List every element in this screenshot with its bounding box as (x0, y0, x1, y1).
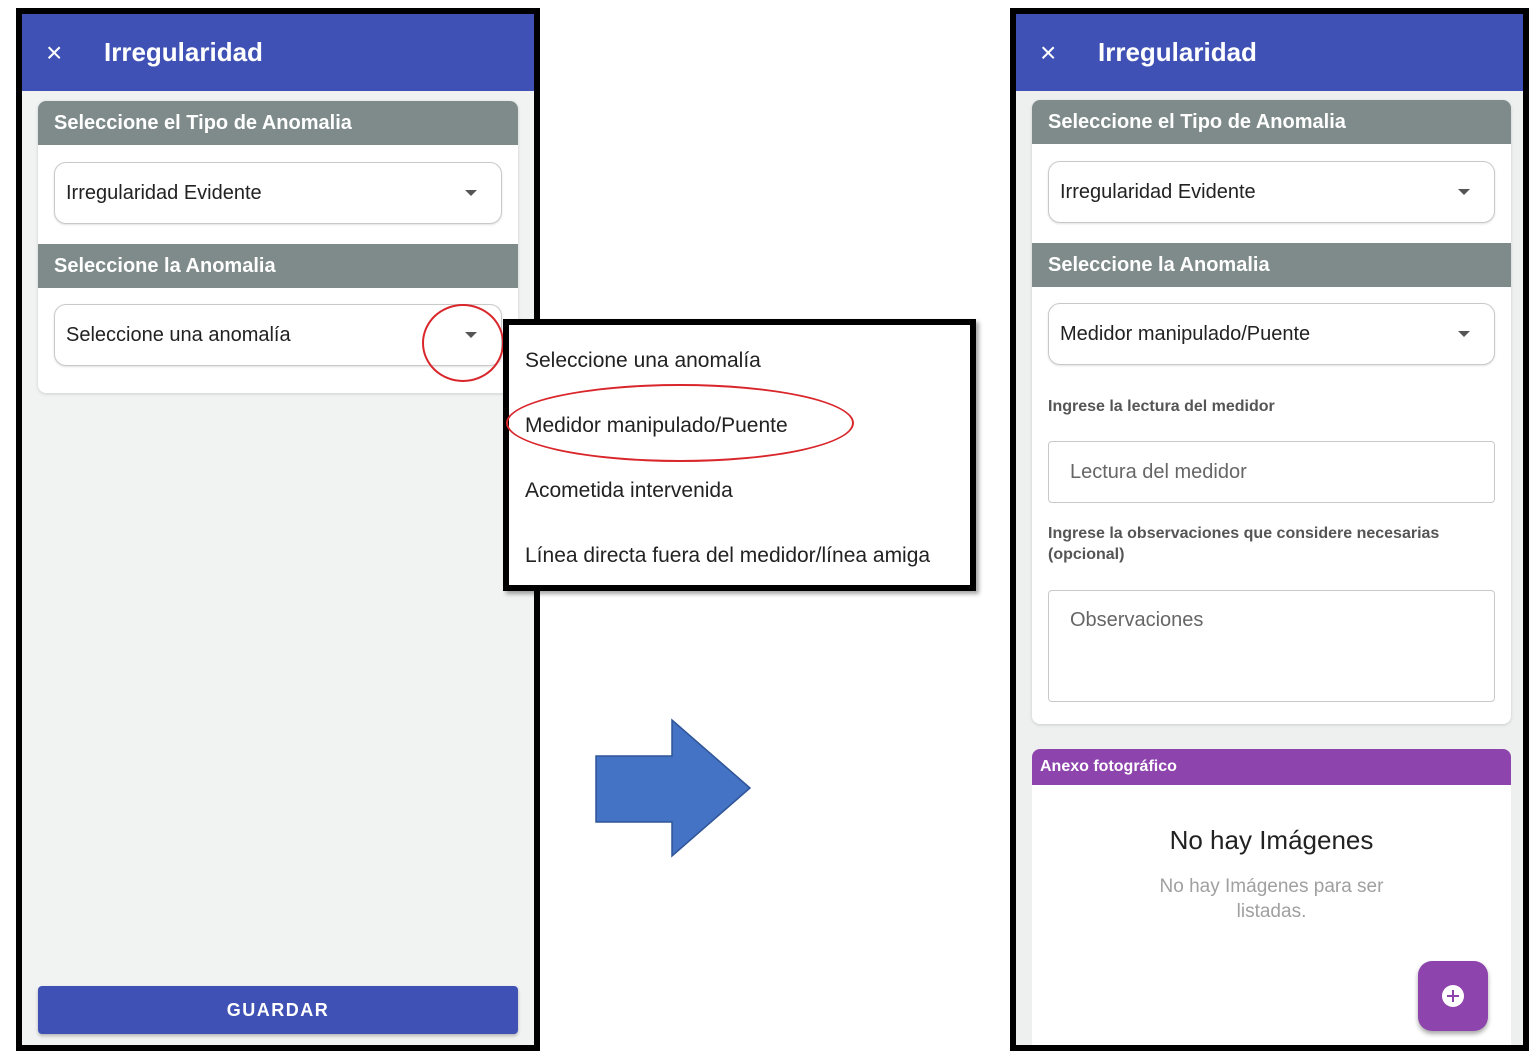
observations-label: Ingrese la observaciones que considere n… (1048, 525, 1440, 563)
type-section-header: Seleccione el Tipo de Anomalia (38, 101, 518, 145)
close-icon[interactable]: × (46, 38, 82, 67)
menu-item-acometida-intervenida[interactable]: Acometida intervenida (525, 479, 733, 503)
right-arrow-icon (595, 718, 752, 858)
chevron-down-icon (1458, 189, 1470, 195)
empty-title: No hay Imágenes (1169, 825, 1374, 855)
type-select-value: Irregularidad Evidente (66, 181, 262, 204)
type-section-header: Seleccione el Tipo de Anomalia (1032, 100, 1511, 144)
observations-textarea[interactable]: Observaciones (1048, 590, 1495, 702)
app-bar: × Irregularidad (22, 14, 534, 91)
anomaly-form-card: Seleccione el Tipo de Anomalia Irregular… (1032, 100, 1511, 724)
anomaly-section-header: Seleccione la Anomalia (38, 244, 518, 288)
add-image-button[interactable] (1418, 961, 1488, 1031)
type-select[interactable]: Irregularidad Evidente (54, 162, 502, 224)
annex-header: Anexo fotográfico (1032, 749, 1511, 785)
empty-subtitle: No hay Imágenes para ser listadas. (1159, 876, 1384, 922)
reading-label: Ingrese la lectura del medidor (1048, 398, 1275, 415)
anomaly-select-value: Medidor manipulado/Puente (1060, 322, 1311, 345)
add-circle-icon (1442, 985, 1464, 1007)
page-title: Irregularidad (104, 37, 263, 67)
meter-reading-input[interactable]: Lectura del medidor (1048, 441, 1495, 503)
page-title: Irregularidad (1098, 37, 1257, 67)
close-icon[interactable]: × (1040, 38, 1076, 67)
anomaly-select-value: Seleccione una anomalía (66, 323, 291, 346)
highlight-circle (422, 304, 504, 382)
menu-item-select-anomaly[interactable]: Seleccione una anomalía (525, 349, 761, 373)
app-bar: × Irregularidad (1016, 14, 1523, 91)
chevron-down-icon (1458, 331, 1470, 337)
menu-item-linea-directa[interactable]: Línea directa fuera del medidor/línea am… (525, 544, 930, 568)
anomaly-select[interactable]: Medidor manipulado/Puente (1048, 303, 1495, 365)
anomaly-section-header: Seleccione la Anomalia (1032, 243, 1511, 287)
chevron-down-icon (465, 190, 477, 196)
right-screen: × Irregularidad Seleccione el Tipo de An… (1010, 8, 1529, 1051)
highlight-ellipse (506, 384, 854, 462)
save-button[interactable]: GUARDAR (38, 986, 518, 1034)
left-screen: × Irregularidad Seleccione el Tipo de An… (16, 8, 540, 1051)
type-select-value: Irregularidad Evidente (1060, 180, 1256, 203)
type-select[interactable]: Irregularidad Evidente (1048, 161, 1495, 223)
